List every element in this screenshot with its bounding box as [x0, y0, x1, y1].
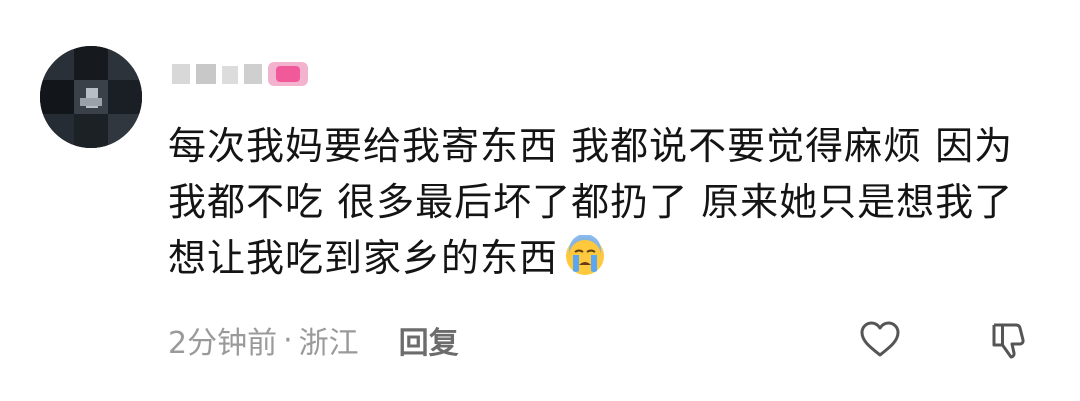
comment-meta: 2分钟前 · 浙江 回复 — [168, 318, 459, 362]
meta-separator: · — [283, 322, 293, 358]
username-blurred[interactable] — [168, 56, 318, 92]
avatar-icon — [40, 46, 142, 148]
comment-line: 我都不吃 很多最后坏了都扔了 原来她只是想我了 — [168, 180, 1014, 224]
comment-time: 2分钟前 — [168, 326, 278, 361]
comment-line: 每次我妈要给我寄东西 我都说不要觉得麻烦 因为 — [168, 124, 1014, 168]
blurred-name-icon — [172, 62, 308, 86]
reply-button[interactable]: 回复 — [399, 318, 459, 362]
avatar[interactable] — [40, 46, 142, 148]
like-button[interactable] — [858, 318, 902, 362]
comment-line-last: 想让我吃到家乡的东西 — [168, 230, 1048, 286]
dislike-button[interactable] — [988, 318, 1032, 362]
comment-text: 每次我妈要给我寄东西 我都说不要觉得麻烦 因为 我都不吃 很多最后坏了都扔了 原… — [168, 118, 1048, 286]
crying-face-emoji-icon — [564, 234, 606, 277]
thumbs-down-icon — [992, 323, 1025, 359]
comment-location: 浙江 — [298, 326, 359, 361]
heart-icon — [860, 321, 900, 357]
comment-line-text: 想让我吃到家乡的东西 — [168, 236, 559, 280]
